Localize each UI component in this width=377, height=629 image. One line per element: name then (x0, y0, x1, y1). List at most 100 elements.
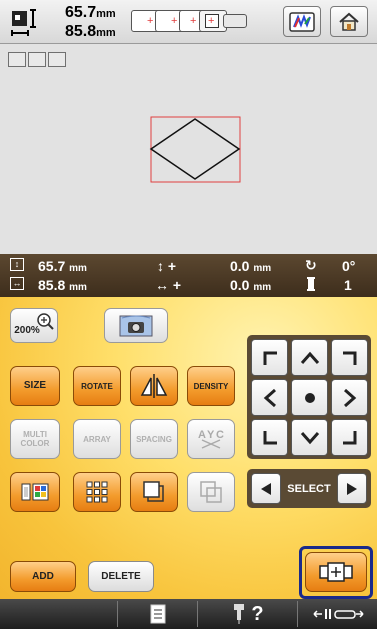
needle-icon (234, 604, 245, 624)
spacing-button[interactable]: SPACING (130, 419, 178, 459)
thread-color-change-button[interactable] (10, 472, 60, 512)
info-width-value: 85.8 (38, 277, 66, 293)
zoom-icon (37, 312, 54, 330)
mirror-icon (140, 374, 168, 398)
add-button[interactable]: ADD (10, 561, 76, 592)
pattern-canvas (149, 116, 241, 183)
checklist-button[interactable] (118, 601, 198, 627)
info-move-v-unit: mm (253, 263, 272, 274)
arrow-icon (261, 482, 271, 495)
hoop-icon (223, 14, 247, 28)
pattern-size-readout: 65.7mm 85.8mm (65, 4, 116, 42)
rotate-button[interactable]: ROTATE (73, 366, 121, 406)
move-pad (247, 335, 371, 459)
border-icon (143, 481, 164, 502)
array-icon (86, 481, 108, 503)
move-up-button[interactable] (291, 339, 328, 376)
rotate-button-label: ROTATE (81, 381, 113, 391)
pattern-preview-area[interactable] (0, 44, 377, 254)
rotation-icon: ↻ (305, 257, 317, 273)
height-icon: ↕ (10, 258, 24, 271)
select-previous-button[interactable] (251, 473, 281, 504)
camera-view-button[interactable] (104, 308, 168, 343)
move-center-button[interactable] (291, 379, 328, 416)
density-button-label: DENSITY (193, 381, 229, 391)
width-icon: ↔ (10, 277, 24, 290)
arrow-icon (300, 431, 319, 444)
arrow-icon (263, 351, 277, 365)
info-width-unit: mm (69, 282, 87, 293)
move-up-left-button[interactable] (251, 339, 288, 376)
array-button[interactable]: ARRAY (73, 419, 121, 459)
select-label: SELECT (287, 482, 331, 495)
arrow-icon (342, 430, 356, 444)
spacing-button-label: SPACING (136, 434, 172, 444)
arrow-icon (347, 482, 357, 495)
mirror-button[interactable] (130, 366, 178, 406)
spacing-icon: A Y C (198, 429, 224, 449)
move-down-button[interactable] (291, 419, 328, 456)
thread-color-icon (289, 11, 315, 32)
checklist-icon (150, 604, 165, 624)
zoom-button[interactable]: 200% (10, 308, 58, 343)
select-next-button[interactable] (337, 473, 367, 504)
camera-icon (119, 315, 153, 336)
pattern-bounding-box (150, 116, 241, 183)
svg-text:Y: Y (207, 429, 215, 441)
help-icon: ? (251, 602, 264, 625)
array-pattern-button[interactable] (73, 472, 121, 512)
size-width-value: 85.8 (65, 23, 97, 40)
arrow-icon (263, 430, 277, 444)
move-right-button[interactable] (331, 379, 368, 416)
hoop-display-button[interactable]: + + + + (131, 6, 259, 37)
size-width-unit: mm (96, 27, 116, 39)
diamond-pattern (149, 118, 241, 180)
multicolor-button[interactable]: MULTI COLOR (10, 419, 60, 459)
thread-spool-icon (21, 483, 49, 501)
vertical-move-readout: ↕ + (157, 258, 176, 274)
info-height-value: 65.7 (38, 258, 66, 274)
arrow-icon (343, 388, 356, 407)
delete-button-label: DELETE (101, 570, 141, 582)
delete-button[interactable]: DELETE (88, 561, 154, 592)
top-bar: 65.7mm 85.8mm + + + + (0, 0, 377, 44)
arrow-icon (300, 351, 319, 364)
arrow-icon (312, 609, 364, 619)
home-button[interactable] (330, 6, 368, 37)
move-left-button[interactable] (251, 379, 288, 416)
border-button[interactable] (130, 472, 178, 512)
move-down-left-button[interactable] (251, 419, 288, 456)
group-icon (200, 481, 222, 503)
svg-text:C: C (216, 429, 224, 441)
group-button[interactable] (187, 472, 235, 512)
arrow-icon (342, 351, 356, 365)
presser-foot-button[interactable] (298, 601, 377, 627)
size-button-label: SIZE (23, 380, 47, 391)
help-button[interactable]: ? (198, 601, 298, 627)
info-move-h-unit: mm (253, 282, 272, 293)
move-up-right-button[interactable] (331, 339, 368, 376)
arrow-icon (263, 388, 276, 407)
info-move-v-value: 0.0 (230, 258, 250, 274)
move-down-right-button[interactable] (331, 419, 368, 456)
size-button[interactable]: SIZE (10, 366, 60, 406)
thread-spool-icon (306, 277, 316, 294)
svg-text:A: A (198, 429, 206, 441)
character-spacing-button[interactable]: A Y C (187, 419, 235, 459)
hoop-icon (319, 562, 353, 582)
size-height-unit: mm (96, 8, 116, 20)
edit-end-button[interactable] (305, 552, 367, 592)
multicolor-button-label: MULTI COLOR (20, 430, 50, 448)
thread-color-button[interactable] (283, 6, 321, 37)
horizontal-move-icon: ↔ (155, 277, 169, 293)
info-thread-count: 1 (344, 277, 352, 293)
info-move-v-sign: + (167, 258, 177, 274)
size-height-value: 65.7 (65, 4, 97, 21)
pattern-info-bar: ↕ 65.7 mm ↔ 85.8 mm ↕ + 0.0 mm ↔ + 0.0 m… (0, 254, 377, 297)
info-height-unit: mm (69, 263, 87, 274)
bottom-bar: ? (0, 599, 377, 629)
density-button[interactable]: DENSITY (187, 366, 235, 406)
home-icon (339, 12, 359, 31)
add-button-label: ADD (32, 570, 54, 582)
info-move-h-sign: + (172, 277, 182, 293)
